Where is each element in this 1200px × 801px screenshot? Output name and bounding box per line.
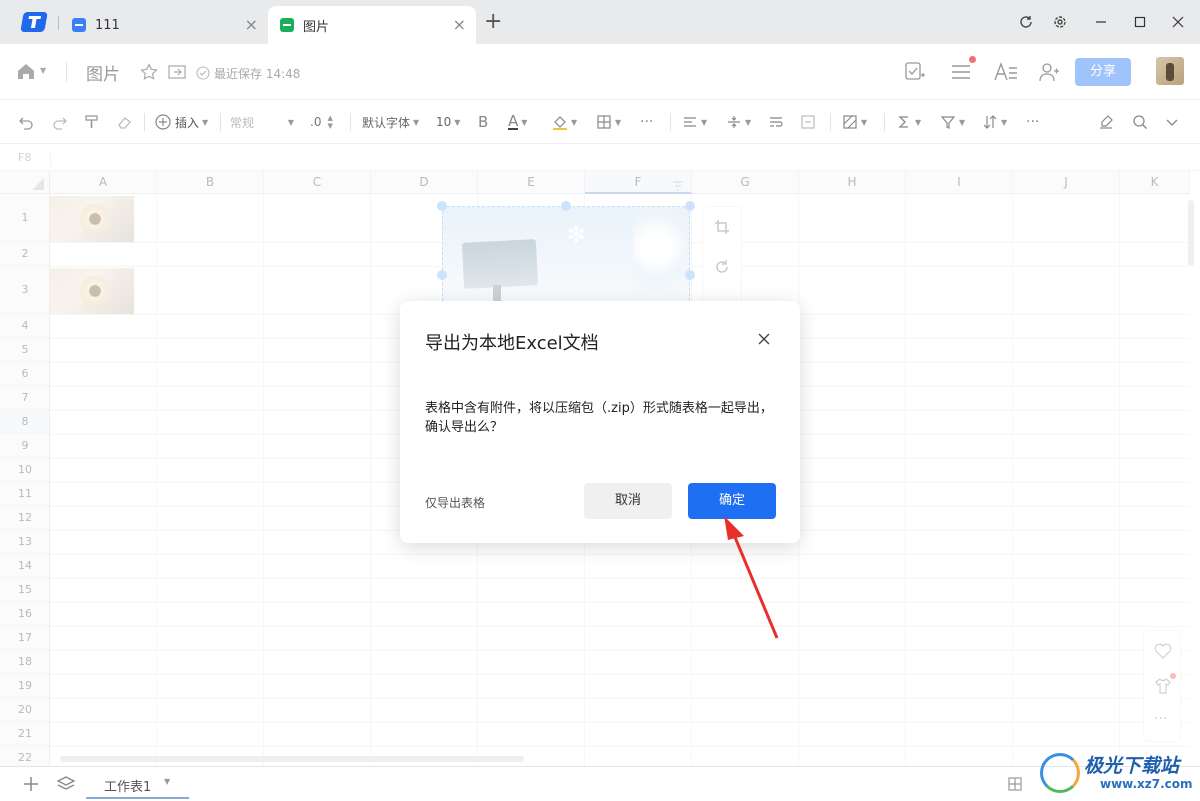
tab-sheet[interactable]: 图片 × bbox=[268, 6, 476, 44]
tab-label: 111 bbox=[95, 17, 120, 33]
font-size-select[interactable]: 10 ▼ bbox=[436, 112, 460, 132]
cancel-button[interactable]: 取消 bbox=[584, 483, 672, 519]
brush-icon[interactable] bbox=[1098, 112, 1114, 132]
font-family-value: 默认字体 bbox=[362, 115, 411, 130]
close-window-icon[interactable] bbox=[1166, 10, 1190, 34]
watermark-logo: 极光下载站 www.xz7.com bbox=[1040, 747, 1200, 801]
avatar[interactable] bbox=[1156, 57, 1184, 85]
menu-icon[interactable] bbox=[950, 56, 976, 86]
maximize-icon[interactable] bbox=[1128, 10, 1152, 34]
move-icon[interactable] bbox=[168, 64, 186, 84]
doc-icon bbox=[72, 18, 86, 32]
border-icon[interactable]: ▼ bbox=[596, 112, 621, 132]
collapse-toolbar-icon[interactable] bbox=[1164, 112, 1180, 132]
home-dropdown-icon[interactable]: ▼ bbox=[40, 66, 46, 75]
more-tools-icon[interactable]: ··· bbox=[1026, 112, 1039, 132]
browser-tab-bar: 111 × 图片 × + bbox=[0, 0, 1200, 44]
sum-icon[interactable]: ▼ bbox=[896, 112, 921, 132]
number-format-value: 常规 bbox=[230, 115, 255, 130]
bold-button[interactable]: B bbox=[478, 112, 488, 132]
dialog-close-icon[interactable] bbox=[756, 331, 772, 351]
more-icon[interactable]: ··· bbox=[640, 112, 653, 132]
export-table-only-link[interactable]: 仅导出表格 bbox=[425, 494, 485, 511]
dialog-message: 表格中含有附件，将以压缩包（.zip）形式随表格一起导出，确认导出么？ bbox=[425, 401, 773, 435]
decimal-stepper[interactable]: .0 ▲ ▼ bbox=[310, 112, 333, 132]
format-painter-icon[interactable] bbox=[84, 112, 100, 132]
search-icon[interactable] bbox=[1132, 112, 1148, 132]
dialog-title: 导出为本地Excel文档 bbox=[425, 333, 599, 354]
stepper-arrows-icon[interactable]: ▲ ▼ bbox=[327, 114, 332, 130]
grid-view-icon[interactable] bbox=[1007, 776, 1023, 796]
chevron-down-icon[interactable]: ▼ bbox=[164, 777, 170, 786]
insert-button[interactable]: 插入 ▼ bbox=[155, 112, 208, 132]
save-status: 最近保存 14:48 bbox=[214, 67, 301, 81]
font-size-value: 10 bbox=[436, 115, 452, 129]
share-button[interactable]: 分享 bbox=[1075, 58, 1131, 86]
sheet-icon bbox=[280, 18, 294, 32]
task-icon[interactable] bbox=[904, 60, 926, 86]
settings-icon[interactable] bbox=[1048, 10, 1072, 34]
document-title[interactable]: 图片 bbox=[86, 60, 120, 85]
undo-icon[interactable] bbox=[18, 112, 34, 132]
filter-icon[interactable]: ▼ bbox=[940, 112, 965, 132]
redo-icon[interactable] bbox=[52, 112, 68, 132]
merge-cells-icon[interactable] bbox=[800, 112, 816, 132]
watermark-text: 极光下载站 bbox=[1084, 755, 1180, 777]
add-sheet-icon[interactable] bbox=[22, 775, 40, 797]
home-icon[interactable] bbox=[16, 62, 36, 84]
close-icon[interactable]: × bbox=[245, 15, 258, 35]
minimize-icon[interactable] bbox=[1089, 10, 1113, 34]
sheet-tab-1[interactable]: 工作表1 ▼ bbox=[86, 767, 189, 799]
sheet-list-icon[interactable] bbox=[56, 775, 76, 797]
document-header: ▼ 图片 最近保存 14:48 分享 bbox=[0, 44, 1200, 100]
close-icon[interactable]: × bbox=[453, 15, 466, 35]
refresh-icon[interactable] bbox=[1014, 10, 1038, 34]
insert-label: 插入 bbox=[175, 115, 200, 130]
text-format-icon[interactable] bbox=[993, 62, 1019, 86]
sheet-tab-label: 工作表1 bbox=[104, 780, 152, 795]
collaborator-icon[interactable] bbox=[1038, 61, 1060, 87]
eraser-icon[interactable] bbox=[116, 112, 132, 132]
font-color-letter: A bbox=[508, 112, 519, 130]
fill-color-icon[interactable]: ▼ bbox=[552, 112, 577, 132]
decimal-value: .0 bbox=[310, 115, 322, 129]
star-icon[interactable] bbox=[140, 63, 158, 85]
notification-dot bbox=[969, 56, 976, 63]
font-color-button[interactable]: A ▼ bbox=[508, 112, 527, 132]
export-dialog: 导出为本地Excel文档 表格中含有附件，将以压缩包（.zip）形式随表格一起导… bbox=[400, 301, 800, 543]
saved-check-icon bbox=[196, 65, 210, 84]
align-left-icon[interactable]: ▼ bbox=[682, 112, 707, 132]
vertical-align-icon[interactable]: ▼ bbox=[726, 112, 751, 132]
wrap-text-icon[interactable] bbox=[768, 112, 784, 132]
formatting-toolbar: 插入 ▼ 常规 ▼ .0 ▲ ▼ 默认字体 ▼ 10 ▼ B A ▼ ▼ ▼ ··· ▼ ▼… bbox=[0, 100, 1200, 144]
new-tab-button[interactable]: + bbox=[484, 10, 502, 34]
sheet-bar: 工作表1 ▼ 极光下载站 www.xz7.com bbox=[0, 753, 1200, 800]
tab-doc[interactable]: 111 × bbox=[60, 6, 268, 44]
watermark-url: www.xz7.com bbox=[1100, 777, 1193, 791]
annotation-arrow bbox=[724, 516, 779, 639]
app-logo-icon[interactable] bbox=[20, 12, 48, 32]
tab-label: 图片 bbox=[303, 19, 330, 35]
conditional-format-icon[interactable]: ▼ bbox=[842, 112, 867, 132]
font-family-select[interactable]: 默认字体 ▼ bbox=[362, 112, 419, 132]
number-format-select[interactable]: 常规 ▼ bbox=[230, 112, 294, 132]
sort-icon[interactable]: ▼ bbox=[982, 112, 1007, 132]
